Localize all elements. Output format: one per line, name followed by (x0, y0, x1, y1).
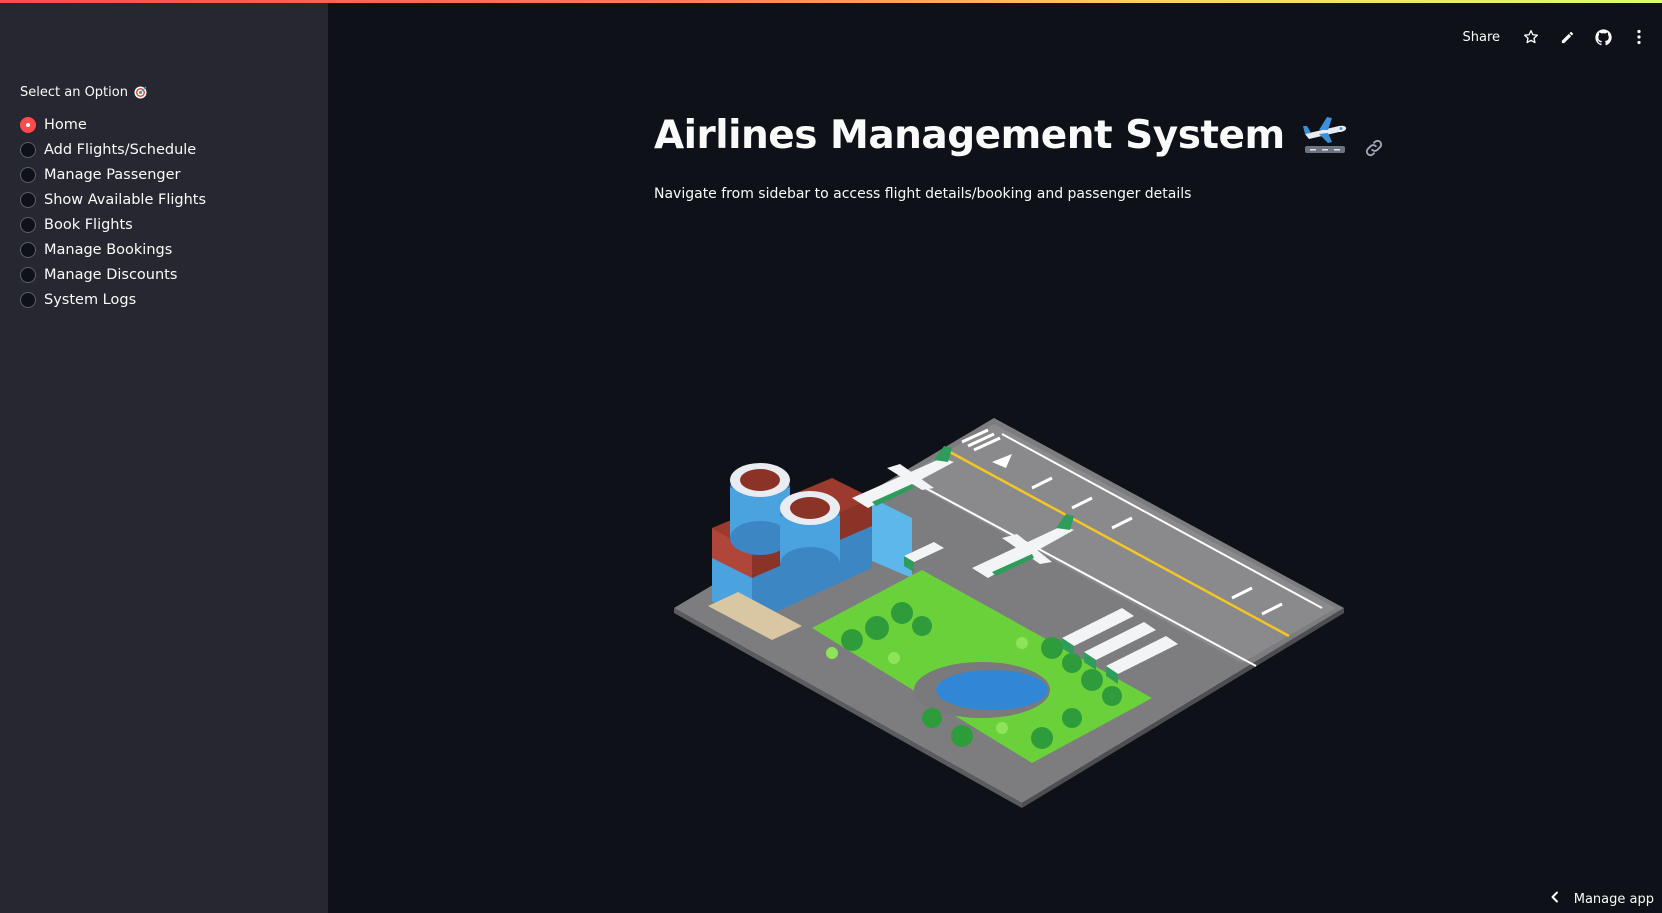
radio-option-manage-discounts[interactable]: Manage Discounts (20, 262, 206, 287)
link-icon[interactable] (1363, 124, 1385, 157)
share-button[interactable]: Share (1462, 30, 1500, 45)
star-icon[interactable] (1520, 26, 1542, 48)
radio-option-label: Show Available Flights (44, 191, 207, 208)
radio-button[interactable] (20, 216, 36, 233)
radio-button[interactable] (20, 141, 36, 158)
manage-app-label: Manage app (1573, 891, 1654, 907)
radio-option-label: Add Flights/Schedule (44, 141, 197, 158)
radio-option-book-flights[interactable]: Book Flights (20, 212, 206, 237)
radio-option-label: Manage Bookings (44, 241, 173, 258)
radio-button-checked[interactable] (20, 116, 36, 133)
chevron-left-icon (1550, 891, 1560, 907)
radio-button[interactable] (20, 241, 36, 258)
airplane-departure-icon (1301, 112, 1349, 158)
radio-option-label: Manage Discounts (44, 266, 178, 283)
pencil-icon[interactable] (1556, 26, 1578, 48)
isometric-airport-illustration (672, 418, 1348, 808)
radio-option-add-flights-schedule[interactable]: Add Flights/Schedule (20, 137, 206, 162)
radio-option-home[interactable]: Home (20, 112, 206, 137)
radio-option-label: Book Flights (44, 216, 133, 233)
radio-option-system-logs[interactable]: System Logs (20, 287, 206, 312)
manage-app-button[interactable]: Manage app (1550, 891, 1654, 907)
page-subtitle: Navigate from sidebar to access flight d… (654, 186, 1192, 202)
sidebar: Select an Option Home Add Flights/Schedu… (0, 3, 328, 913)
radio-button[interactable] (20, 266, 36, 283)
more-vertical-icon[interactable] (1628, 26, 1650, 48)
top-toolbar: Share (1462, 26, 1650, 48)
radio-option-label: Home (44, 116, 87, 133)
radio-option-label: Manage Passenger (44, 166, 181, 183)
radio-button[interactable] (20, 166, 36, 183)
radio-group-label-text: Select an Option (20, 85, 128, 100)
radio-option-manage-passenger[interactable]: Manage Passenger (20, 162, 206, 187)
page-title: Airlines Management System (654, 112, 1385, 158)
radio-button[interactable] (20, 191, 36, 208)
radio-option-label: System Logs (44, 291, 137, 308)
page-title-text: Airlines Management System (654, 112, 1285, 158)
radio-group-label: Select an Option (20, 85, 147, 100)
github-icon[interactable] (1592, 26, 1614, 48)
navigation-radio-group: Home Add Flights/Schedule Manage Passeng… (20, 112, 206, 312)
radio-button[interactable] (20, 291, 36, 308)
radio-option-manage-bookings[interactable]: Manage Bookings (20, 237, 206, 262)
target-icon (134, 86, 147, 99)
radio-option-show-available-flights[interactable]: Show Available Flights (20, 187, 206, 212)
